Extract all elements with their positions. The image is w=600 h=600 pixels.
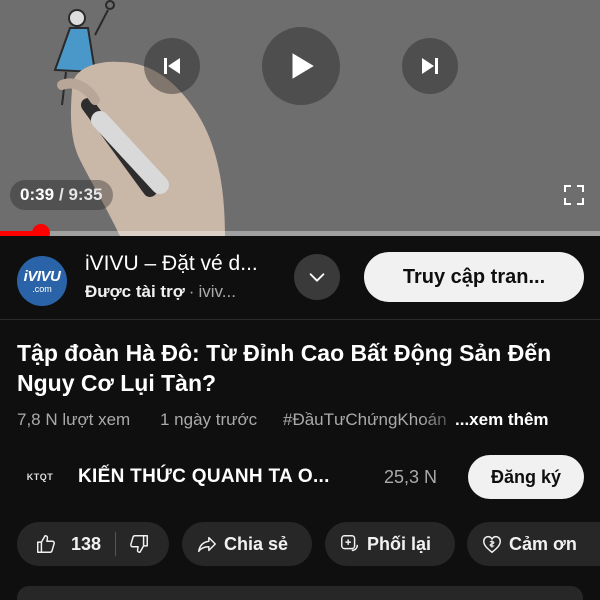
play-button[interactable] — [262, 27, 340, 105]
video-meta[interactable]: 7,8 N lượt xem 1 ngày trước #ĐầuTưChứngK… — [17, 410, 587, 434]
ad-title: iVIVU – Đặt vé d... — [85, 252, 258, 275]
share-icon — [198, 536, 216, 553]
like-divider — [115, 532, 117, 556]
video-title[interactable]: Tập đoàn Hà Đô: Từ Đỉnh Cao Bất Động Sản… — [17, 338, 587, 398]
sponsored-label: Được tài trợ — [85, 282, 185, 301]
ad-logo-domain: .com — [32, 283, 52, 294]
like-dislike-group: 138 — [17, 522, 169, 566]
progress-scrubber[interactable] — [31, 224, 50, 236]
chevron-down-icon — [309, 273, 325, 282]
time-display[interactable]: 0:39 / 9:35 — [10, 180, 113, 210]
ad-domain: iviv... — [198, 282, 236, 301]
like-button[interactable]: 138 — [17, 522, 101, 566]
remix-button[interactable]: Phối lại — [325, 522, 455, 566]
previous-icon — [164, 58, 180, 74]
subscriber-count: 25,3 N — [384, 467, 438, 487]
ad-logo-text: iVIVU — [23, 267, 61, 285]
channel-avatar[interactable]: KTQT — [20, 466, 60, 488]
comments-preview[interactable] — [17, 586, 583, 600]
hashtag-link[interactable]: #ĐầuTưChứngKhoán — [283, 410, 467, 430]
ad-logo: iVIVU .com — [17, 256, 67, 306]
sponsored-ad[interactable]: iVIVU .com iVIVU – Đặt vé d... Được tài … — [0, 236, 600, 320]
next-button[interactable] — [402, 38, 458, 94]
view-count: 7,8 N lượt xem — [17, 410, 131, 429]
current-time: 0:39 — [20, 185, 55, 204]
like-count: 138 — [71, 533, 102, 554]
thanks-button[interactable]: Cảm ơn — [467, 522, 600, 566]
thanks-label: Cảm ơn — [509, 533, 577, 554]
ad-visit-button[interactable]: Truy cập tran... — [364, 252, 584, 302]
thumbs-up-icon — [37, 535, 55, 553]
thumbs-down-icon[interactable] — [128, 533, 150, 555]
fullscreen-icon[interactable] — [563, 184, 585, 206]
thanks-icon — [483, 535, 501, 554]
next-icon — [422, 58, 438, 74]
ad-subtitle: Được tài trợ · iviv... — [85, 282, 236, 302]
remix-icon — [341, 535, 359, 552]
remix-label: Phối lại — [367, 533, 432, 554]
show-more-link[interactable]: ...xem thêm — [455, 410, 549, 430]
ad-expand-button[interactable] — [294, 254, 340, 300]
video-player[interactable]: 0:39 / 9:35 — [0, 0, 600, 236]
ad-separator: · — [188, 282, 195, 301]
upload-date: 1 ngày trước — [160, 410, 258, 429]
share-label: Chia sẻ — [224, 533, 289, 554]
action-bar: 138 Chia sẻ Phối lại Cảm ơn — [0, 522, 600, 568]
share-button[interactable]: Chia sẻ — [182, 522, 312, 566]
previous-button[interactable] — [144, 38, 200, 94]
subscribe-button[interactable]: Đăng ký — [468, 455, 584, 499]
channel-name[interactable]: KIẾN THỨC QUANH TA O... — [78, 466, 330, 488]
play-icon — [292, 53, 314, 79]
total-time: / 9:35 — [59, 185, 103, 204]
